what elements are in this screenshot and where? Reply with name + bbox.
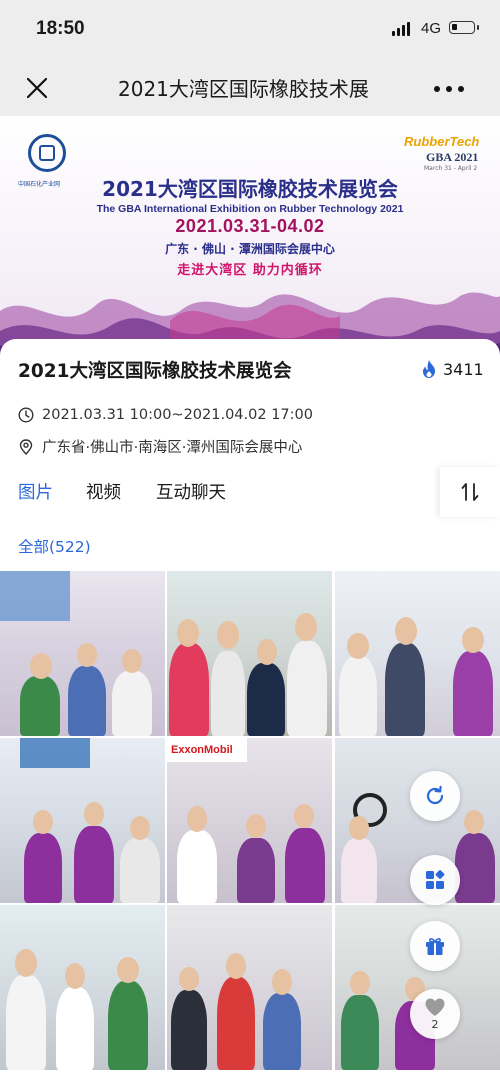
location-pin-icon [19, 438, 33, 455]
organizer-logo [28, 134, 66, 172]
battery-icon [449, 21, 479, 34]
navigation-bar: 2021大湾区国际橡胶技术展 [0, 60, 500, 116]
network-type: 4G [421, 20, 442, 37]
gallery-photo[interactable] [167, 905, 332, 1070]
sort-button[interactable] [440, 467, 500, 517]
status-time: 18:50 [36, 18, 85, 39]
banner-dates: 2021.03.31-04.02 [175, 216, 325, 236]
gallery-photo[interactable]: ExxonMobil [167, 738, 332, 903]
popularity-count: 3411 [420, 359, 484, 379]
filter-all[interactable]: 全部(522) [18, 535, 91, 557]
booth-sign: ExxonMobil [171, 744, 233, 756]
refresh-button[interactable] [410, 771, 460, 821]
gallery-photo[interactable] [0, 905, 165, 1070]
rubbertech-logo: RubberTech [404, 134, 479, 149]
signal-icon [392, 22, 410, 36]
banner-title: 2021大湾区国际橡胶技术展览会 [102, 177, 398, 201]
gallery-photo[interactable] [0, 571, 165, 736]
event-location-row[interactable]: 广东省·佛山市·南海区·潭州国际会展中心 [18, 436, 302, 457]
event-time: 2021.03.31 10:00~2021.04.02 17:00 [42, 407, 313, 423]
event-location: 广东省·佛山市·南海区·潭州国际会展中心 [42, 440, 303, 456]
gallery-photo[interactable] [335, 571, 500, 736]
refresh-icon [426, 785, 444, 805]
tab-videos[interactable]: 视频 [86, 479, 121, 504]
content-tabs: 图片 视频 互动聊天 [0, 467, 500, 517]
gift-icon [426, 938, 444, 955]
event-title: 2021大湾区国际橡胶技术展览会 [18, 361, 292, 382]
banner-venue: 广东 · 佛山 · 潭洲国际会展中心 [165, 242, 335, 256]
event-banner: 中国石化产业网 RubberTech GBA 2021 March 31 - A… [0, 116, 500, 361]
brand-rubber: Rubber [404, 134, 450, 149]
clock-icon [18, 407, 34, 423]
more-options-icon[interactable] [434, 86, 464, 92]
like-count: 2 [431, 1018, 439, 1031]
brand-tech: Tech [449, 134, 480, 149]
grid-icon [426, 870, 445, 889]
gallery-photo[interactable] [0, 738, 165, 903]
status-bar: 18:50 4G [0, 0, 500, 60]
event-time-row: 2021.03.31 10:00~2021.04.02 17:00 [18, 407, 313, 423]
event-info-card: 2021大湾区国际橡胶技术展览会 3411 2021.03.31 10:00~2… [0, 339, 500, 1083]
page-title: 2021大湾区国际橡胶技术展 [118, 77, 369, 101]
brand-gba: GBA 2021 [426, 150, 479, 164]
categories-button[interactable] [410, 855, 460, 905]
close-icon[interactable] [24, 75, 50, 101]
tab-chat[interactable]: 互动聊天 [156, 479, 226, 504]
gallery-photo[interactable] [167, 571, 332, 736]
banner-slogan: 走进大湾区 助力内循环 [177, 263, 323, 278]
gift-button[interactable] [410, 921, 460, 971]
banner-subtitle: The GBA International Exhibition on Rubb… [96, 203, 404, 215]
sort-icon [461, 483, 479, 501]
brand-dates: March 31 - April 2 [424, 165, 478, 172]
heart-icon [425, 998, 445, 1016]
tab-photos[interactable]: 图片 [18, 479, 53, 504]
flame-icon [423, 360, 435, 378]
like-button[interactable]: 2 [410, 989, 460, 1039]
heat-number: 3411 [443, 359, 484, 379]
